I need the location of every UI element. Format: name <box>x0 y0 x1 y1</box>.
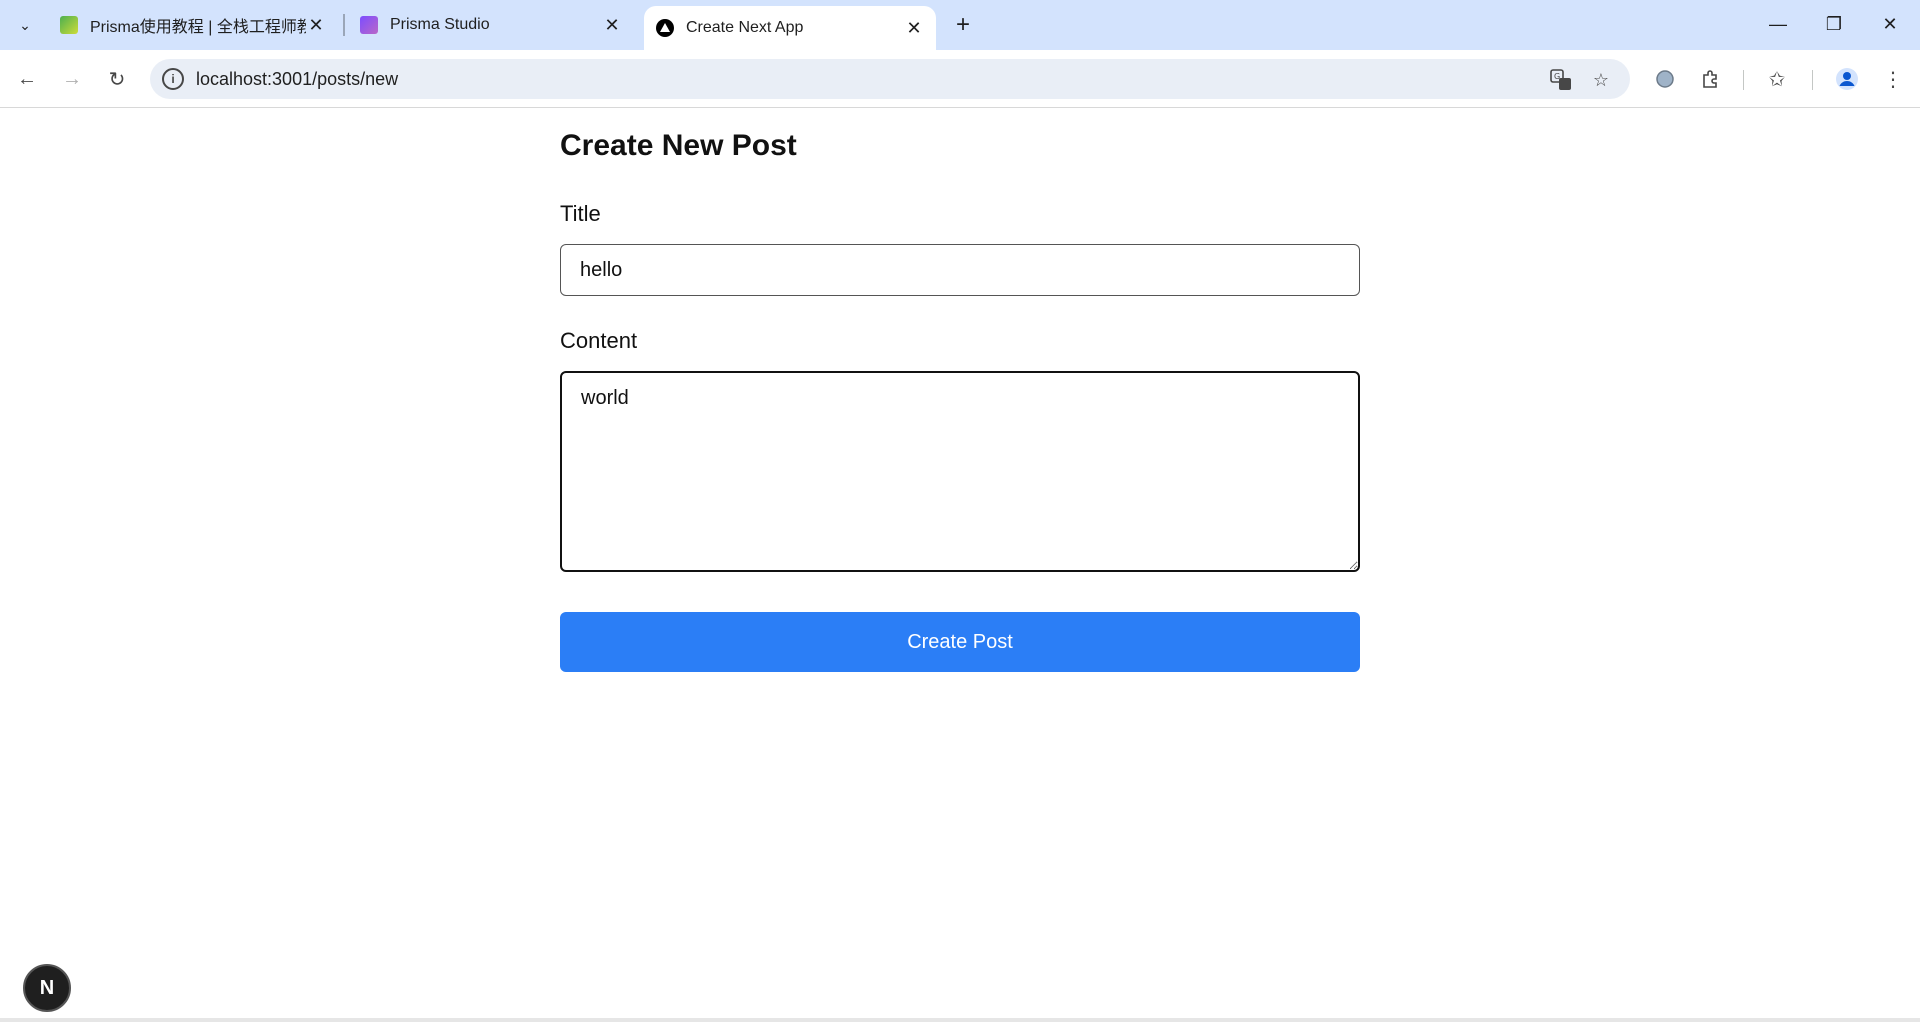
tab-create-next-app[interactable]: Create Next App ✕ <box>644 6 936 50</box>
extensions-puzzle-icon[interactable] <box>1694 62 1728 96</box>
page-title: Create New Post <box>560 129 797 162</box>
tab-separator <box>343 14 345 36</box>
page-content: Create New Post Title Content world Crea… <box>0 109 1920 1022</box>
close-icon[interactable]: ✕ <box>306 15 326 35</box>
toolbar-separator <box>1743 70 1744 90</box>
toolbar-separator <box>1812 70 1813 90</box>
content-textarea[interactable]: world <box>560 371 1360 572</box>
tab-prisma-studio[interactable]: Prisma Studio ✕ <box>348 6 634 44</box>
tab-strip: ⌄ Prisma使用教程 | 全栈工程师教 ✕ Prisma Studio ✕ … <box>0 0 1920 50</box>
menu-kebab-icon[interactable]: ⋮ <box>1876 62 1910 96</box>
reload-icon[interactable]: ↻ <box>100 62 134 96</box>
close-window-icon[interactable]: ✕ <box>1862 0 1918 48</box>
chevron-down-icon: ⌄ <box>19 16 31 33</box>
browser-toolbar: ← → ↻ i localhost:3001/posts/new G ☆ ✩ ⋮ <box>0 50 1920 108</box>
page-bottom-border <box>0 1018 1920 1022</box>
nextjs-favicon-icon <box>656 19 674 37</box>
tab-title: Create Next App <box>686 19 804 36</box>
new-tab-button[interactable]: + <box>948 10 978 40</box>
svg-text:G: G <box>1554 72 1560 81</box>
nextjs-dev-indicator[interactable]: N <box>23 964 71 1012</box>
minimize-icon[interactable]: — <box>1750 0 1806 48</box>
site-info-icon[interactable]: i <box>162 68 184 90</box>
back-arrow-icon[interactable]: ← <box>10 62 44 96</box>
tab-title: Prisma使用教程 | 全栈工程师教 <box>90 19 306 36</box>
profile-avatar-icon[interactable] <box>1830 62 1864 96</box>
bookmarks-icon[interactable]: ✩ <box>1760 62 1794 96</box>
bookmark-star-icon[interactable]: ☆ <box>1588 67 1614 93</box>
extension-circle-icon[interactable] <box>1648 62 1682 96</box>
tab-search-button[interactable]: ⌄ <box>10 11 40 39</box>
title-input[interactable] <box>560 244 1360 296</box>
prisma-docs-favicon-icon <box>60 16 78 34</box>
tab-title: Prisma Studio <box>390 16 490 33</box>
address-bar[interactable]: i localhost:3001/posts/new G ☆ <box>150 59 1630 99</box>
close-icon[interactable]: ✕ <box>904 18 924 38</box>
forward-arrow-icon[interactable]: → <box>55 62 89 96</box>
title-label: Title <box>560 201 601 226</box>
url-text[interactable]: localhost:3001/posts/new <box>196 69 398 90</box>
create-post-button[interactable]: Create Post <box>560 612 1360 672</box>
prisma-studio-favicon-icon <box>360 16 378 34</box>
restore-icon[interactable]: ❐ <box>1806 0 1862 48</box>
translate-icon[interactable]: G <box>1548 67 1574 93</box>
content-label: Content <box>560 328 638 353</box>
tab-prisma-docs[interactable]: Prisma使用教程 | 全栈工程师教 ✕ <box>48 6 338 44</box>
close-icon[interactable]: ✕ <box>602 15 622 35</box>
